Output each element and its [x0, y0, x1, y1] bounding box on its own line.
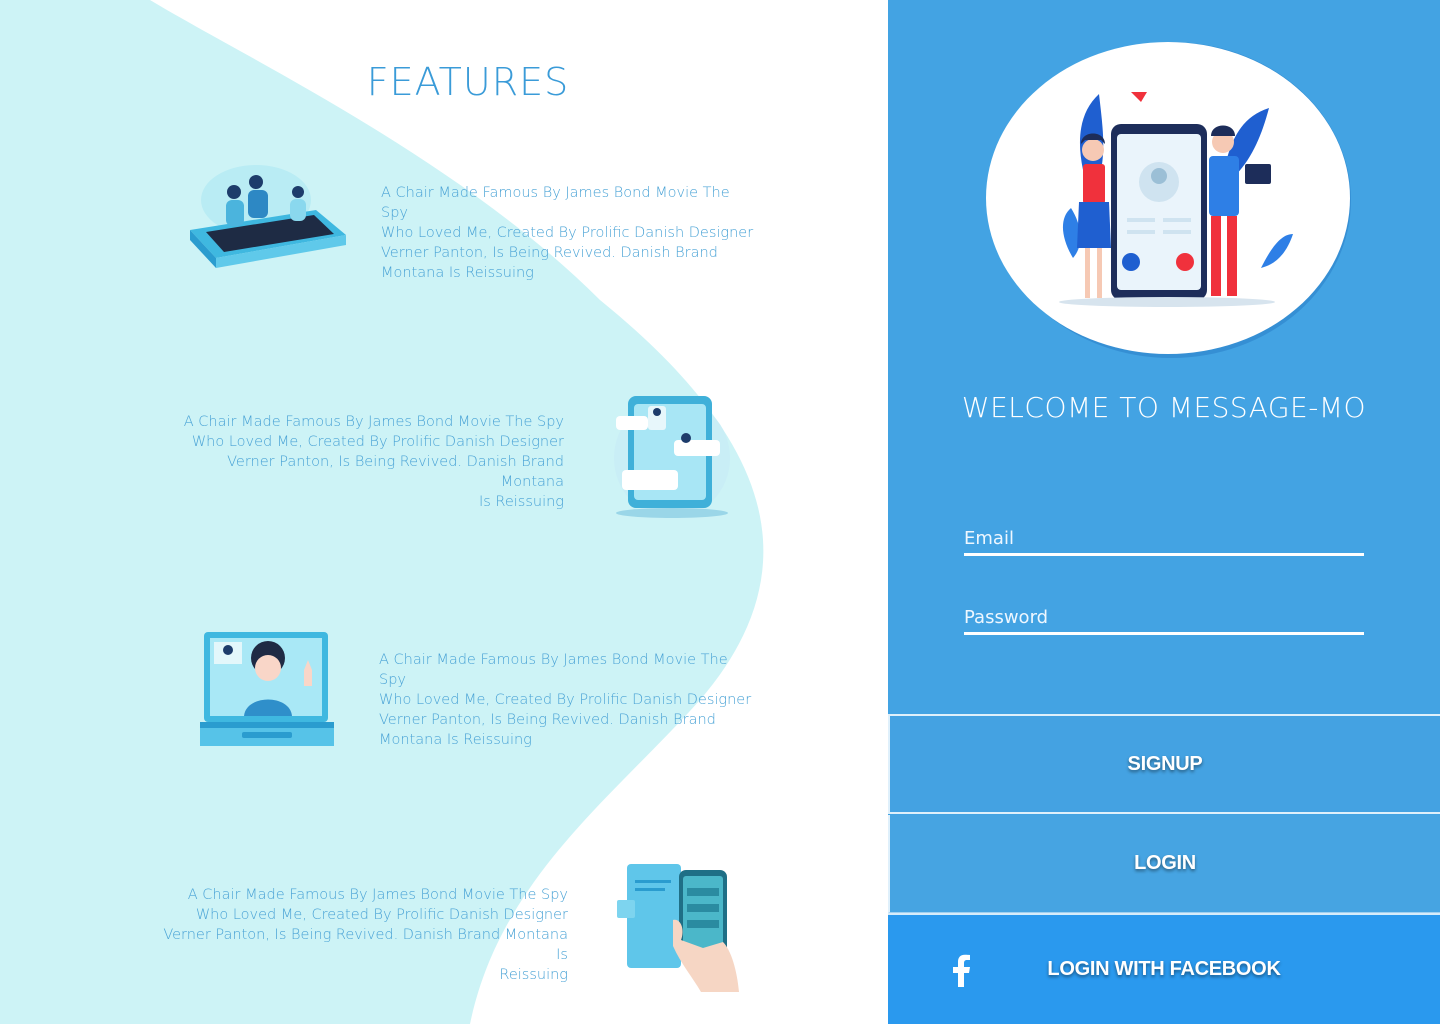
background-wave-shape	[0, 0, 764, 1024]
login-with-facebook-button[interactable]: LOGIN WITH FACEBOOK	[888, 913, 1440, 1024]
login-button-label: LOGIN	[1134, 852, 1196, 874]
login-button[interactable]: LOGIN	[888, 815, 1440, 913]
facebook-button-label: LOGIN WITH FACEBOOK	[1047, 958, 1281, 980]
signup-button[interactable]: SIGNUP	[888, 714, 1440, 814]
facebook-icon	[953, 954, 970, 987]
features-panel: FEATURES A Chair Made Famous By James Bo…	[0, 0, 888, 1024]
video-call-laptop-illustration	[200, 632, 334, 746]
features-title: FEATURES	[366, 60, 570, 104]
password-field	[964, 595, 1364, 635]
hand-holding-phone-illustration	[617, 864, 739, 992]
team-on-tablet-illustration	[190, 165, 346, 268]
feature-description: A Chair Made Famous By James Bond Movie …	[183, 414, 564, 510]
email-input[interactable]	[964, 516, 1364, 552]
email-field	[964, 516, 1364, 556]
people-with-phone-call-illustration	[986, 42, 1351, 358]
signup-button-label: SIGNUP	[1127, 752, 1203, 775]
login-panel: WELCOME TO MESSAGE-MO SIGNUP LOGIN LOGIN…	[888, 0, 1440, 1024]
feature-description: A Chair Made Famous By James Bond Movie …	[381, 185, 754, 281]
feature-description: A Chair Made Famous By James Bond Movie …	[163, 887, 568, 983]
welcome-heading: WELCOME TO MESSAGE-MO	[961, 391, 1367, 424]
password-input[interactable]	[964, 595, 1364, 631]
feature-description: A Chair Made Famous By James Bond Movie …	[379, 652, 752, 748]
chat-phone-illustration	[614, 396, 730, 518]
